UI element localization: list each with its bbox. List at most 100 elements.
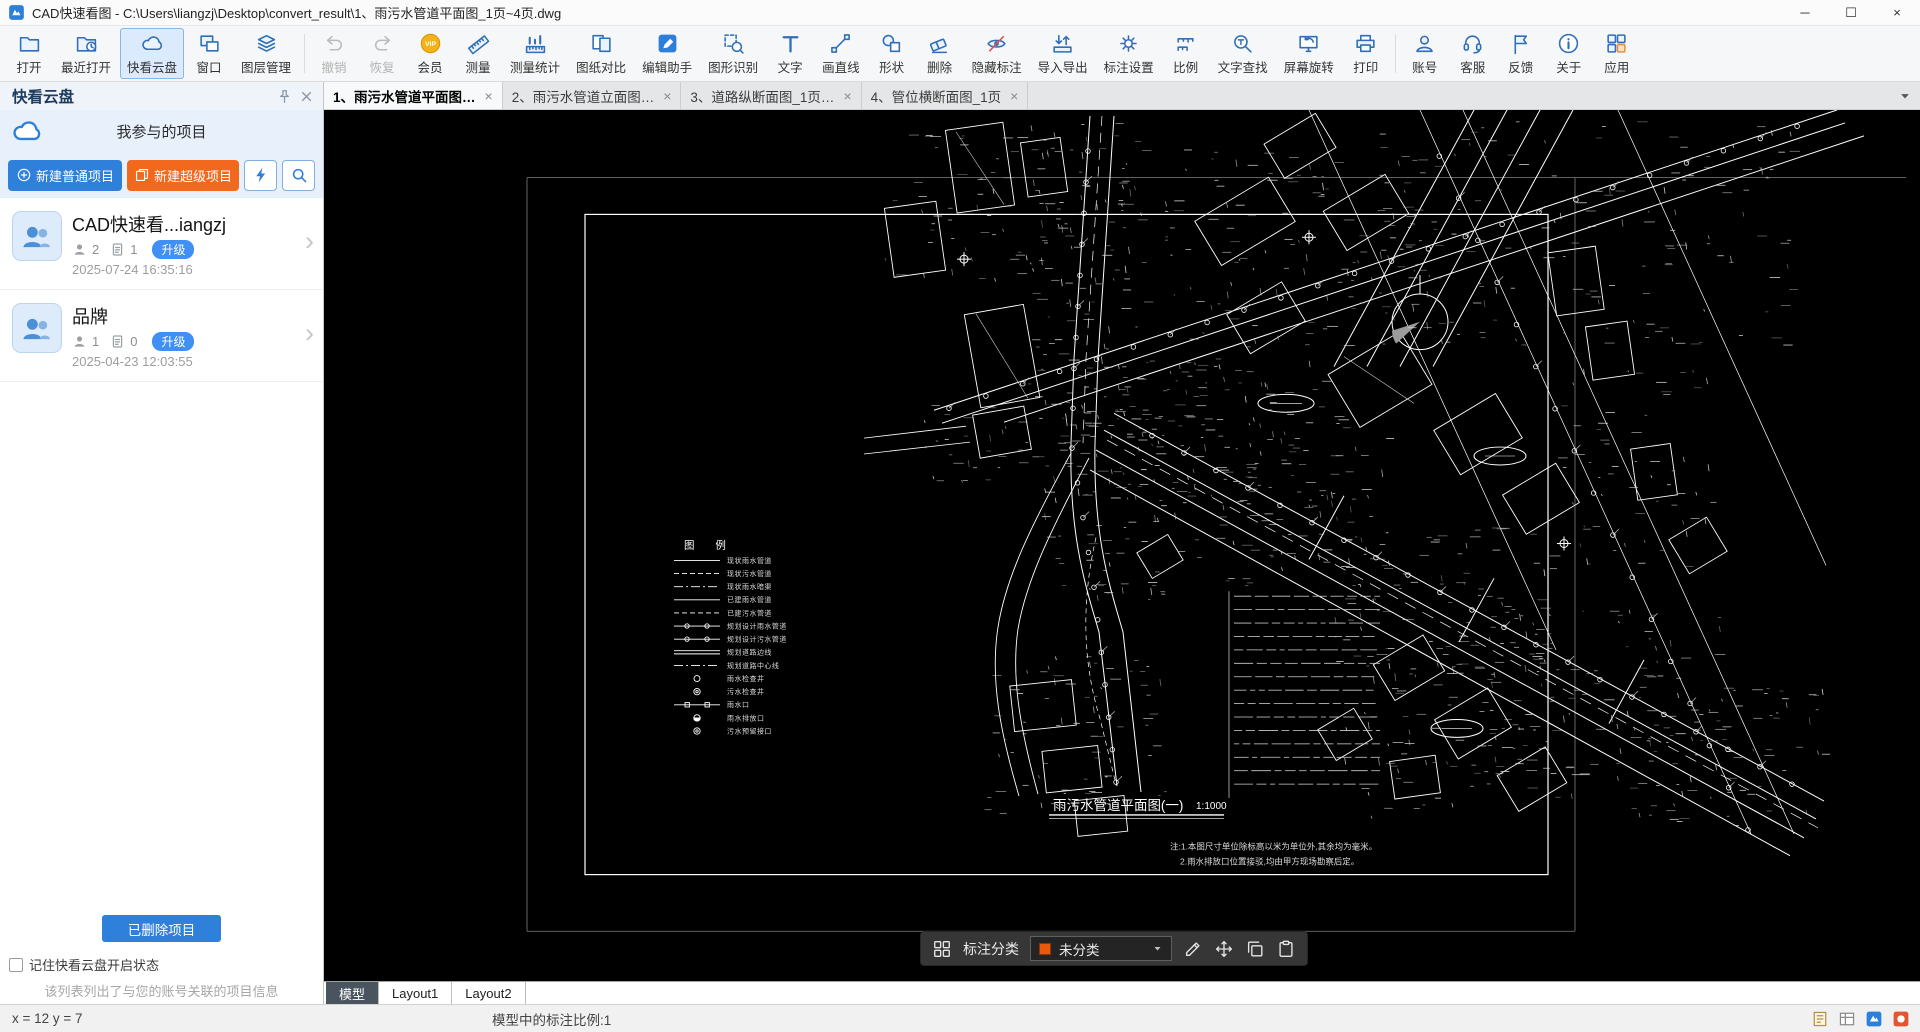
toolbar-button-flag[interactable]: 反馈: [1498, 28, 1544, 79]
toolbar-button-scale[interactable]: 比例: [1163, 28, 1209, 79]
doc-tab-4[interactable]: 4、管位横断面图_1页 ×: [861, 82, 1029, 109]
annotation-scale-text: 模型中的标注比例:1: [492, 1012, 612, 1028]
pin-icon[interactable]: [276, 88, 293, 105]
screen-rotate-icon: [1297, 32, 1320, 55]
search-project-button[interactable]: [282, 159, 316, 191]
legend-item: 规划设计雨水管道: [674, 621, 786, 630]
copy-icon[interactable]: [1245, 939, 1265, 959]
tab-close-icon[interactable]: ×: [485, 88, 493, 104]
new-super-project-button[interactable]: 新建超级项目: [127, 159, 240, 191]
map-symbols: [957, 230, 1571, 799]
toolbar-button-layers[interactable]: 图层管理: [234, 28, 298, 79]
category-select[interactable]: 未分类: [1030, 936, 1172, 961]
project-list: CAD快速看...iangzj 2 1 升级 2025-07-24 16:35:16 › 品…: [0, 198, 323, 382]
remember-checkbox[interactable]: [9, 957, 23, 972]
new-project-button[interactable]: 新建普通项目: [8, 159, 123, 191]
cloud-drive-icon: [12, 116, 42, 146]
notepad-icon[interactable]: [1811, 1010, 1829, 1028]
deleted-projects-button[interactable]: 已删除项目: [101, 915, 222, 942]
toolbar-button-ruler-stats[interactable]: 测量统计: [503, 28, 567, 79]
legend-item: 现状雨水管道: [674, 556, 771, 565]
remember-state-row: 记住快看云盘开启状态: [0, 955, 323, 974]
window-controls: ─ ☐ ×: [1782, 0, 1920, 25]
toolbar-button-about[interactable]: 关于: [1546, 28, 1592, 79]
toolbar-button-edit-assistant[interactable]: 编辑助手: [635, 28, 699, 79]
ruler-stats-icon: [524, 32, 547, 55]
paste-icon[interactable]: [1276, 939, 1296, 959]
toolbar-button-compare[interactable]: 图纸对比: [569, 28, 633, 79]
toolbar-button-shapes[interactable]: 形状: [869, 28, 915, 79]
toolbar-button-recent[interactable]: 最近打开: [54, 28, 118, 79]
app-orange-icon[interactable]: [1892, 1010, 1910, 1028]
annotation-category-label: 标注分类: [963, 940, 1019, 957]
toolbar-label: 窗口: [196, 60, 222, 75]
ruler-icon: [467, 32, 490, 55]
import-export-icon: [1051, 32, 1074, 55]
drawing-canvas[interactable]: 现状雨水管道 现状污水管道 现状雨水暗渠 已建雨水管道 已建污水管道 规划设计雨水管道 规划…: [324, 110, 1920, 981]
project-item[interactable]: CAD快速看...iangzj 2 1 升级 2025-07-24 16:35:16 ›: [0, 198, 323, 290]
chevron-down-icon: [1152, 943, 1163, 954]
toolbar-button-text[interactable]: 文字: [767, 28, 813, 79]
doc-tab-3[interactable]: 3、道路纵断面图_1页… ×: [681, 82, 862, 109]
doc-tab-1[interactable]: 1、雨污水管道平面图… ×: [324, 82, 503, 109]
project-name: CAD快速看...iangzj: [72, 215, 227, 235]
quick-transfer-button[interactable]: [244, 159, 278, 191]
panel-close-icon[interactable]: [298, 88, 315, 105]
toolbar-button-window[interactable]: 窗口: [186, 28, 232, 79]
table-icon[interactable]: [1838, 1010, 1856, 1028]
doc-tab-label: 2、雨污水管道立面图…: [511, 89, 655, 105]
project-item[interactable]: 品牌 1 0 升级 2025-04-23 12:03:55 ›: [0, 290, 323, 382]
toolbar-button-folder-open[interactable]: 打开: [6, 28, 52, 79]
layout-tabbar: 模型 Layout1 Layout2: [324, 981, 1920, 1004]
toolbar-button-eraser[interactable]: 删除: [917, 28, 963, 79]
toolbar-button-annotation-settings[interactable]: 标注设置: [1097, 28, 1161, 79]
tab-layout2[interactable]: Layout2: [452, 982, 526, 1004]
cad-drawing[interactable]: 现状雨水管道现状污水管道现状雨水暗渠已建雨水管道已建污水管道规划设计雨水管道规划…: [324, 110, 1920, 981]
toolbar-button-ruler[interactable]: 测量: [455, 28, 501, 79]
upgrade-badge[interactable]: 升级: [152, 240, 195, 259]
shapes-icon: [880, 32, 903, 55]
upgrade-badge[interactable]: 升级: [152, 332, 195, 351]
maximize-button[interactable]: ☐: [1828, 0, 1874, 25]
annotation-grid-icon[interactable]: [932, 939, 952, 959]
toolbar-button-cloud[interactable]: 快看云盘: [120, 28, 185, 79]
super-project-icon: [134, 167, 150, 183]
toolbar-button-screen-rotate[interactable]: 屏幕旋转: [1277, 28, 1341, 79]
tab-layout1[interactable]: Layout1: [379, 982, 453, 1004]
tab-list-dropdown-button[interactable]: [1890, 82, 1920, 109]
cloud-panel: 快看云盘 我参与的项目 新建普通项目 新建超级项目 CAD快速看...iangz…: [0, 82, 324, 1004]
legend-item: 雨水口: [674, 700, 749, 709]
remember-label: 记住快看云盘开启状态: [29, 958, 160, 973]
toolbar-button-apps[interactable]: 应用: [1594, 28, 1640, 79]
tab-close-icon[interactable]: ×: [663, 88, 671, 104]
svg-text:雨水排放口: 雨水排放口: [727, 713, 764, 722]
toolbar-button-hide-annotation[interactable]: 隐藏标注: [965, 28, 1029, 79]
minimize-button[interactable]: ─: [1782, 0, 1828, 25]
tab-close-icon[interactable]: ×: [843, 88, 851, 104]
toolbar-button-shape-recognize[interactable]: 图形识别: [701, 28, 765, 79]
toolbar-label: 客服: [1460, 60, 1486, 75]
recent-icon: [75, 32, 98, 55]
members-icon: [72, 242, 87, 257]
toolbar-button-line[interactable]: 画直线: [815, 28, 867, 79]
doc-tab-2[interactable]: 2、雨污水管道立面图… ×: [502, 82, 682, 109]
project-actions: 新建普通项目 新建超级项目: [0, 152, 323, 198]
tab-close-icon[interactable]: ×: [1010, 88, 1018, 104]
project-avatar: [12, 211, 62, 261]
toolbar-button-text-search[interactable]: 文字查找: [1211, 28, 1275, 79]
toolbar-button-vip[interactable]: VIP 会员: [407, 28, 453, 79]
toolbar-button-support[interactable]: 客服: [1450, 28, 1496, 79]
toolbar-button-redo: 恢复: [359, 28, 405, 79]
tab-model[interactable]: 模型: [326, 982, 380, 1004]
app-blue-icon[interactable]: [1865, 1010, 1883, 1028]
toolbar-button-print[interactable]: 打印: [1343, 28, 1389, 79]
toolbar-button-account[interactable]: 账号: [1402, 28, 1448, 79]
svg-text:规划道路中心线: 规划道路中心线: [727, 661, 779, 670]
toolbar-button-import-export[interactable]: 导入导出: [1031, 28, 1095, 79]
close-button[interactable]: ×: [1874, 0, 1920, 25]
move-icon[interactable]: [1214, 939, 1234, 959]
eraser-icon: [928, 32, 951, 55]
edit-annotation-icon[interactable]: [1183, 939, 1203, 959]
app-window: CAD快速看图 - C:\Users\liangzj\Desktop\conve…: [0, 0, 1920, 1032]
toolbar-label: 图纸对比: [576, 60, 627, 75]
